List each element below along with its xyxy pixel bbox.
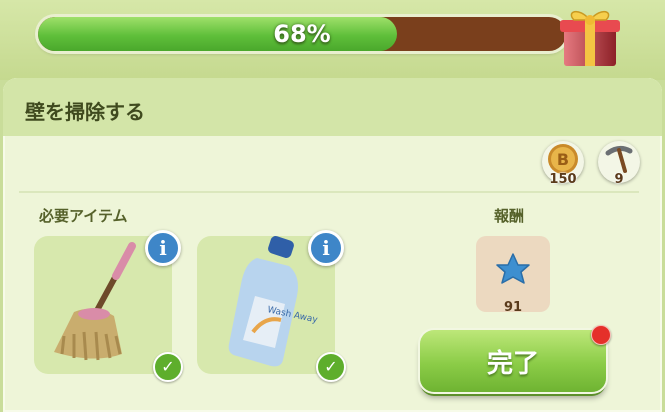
check-icon: ✓ — [316, 352, 346, 382]
complete-button[interactable]: 完了 — [420, 330, 606, 392]
reward-label: 報酬 — [494, 207, 525, 225]
required-item-card[interactable]: i ✓ — [34, 230, 183, 382]
pickaxe-cost-badge: 9 — [598, 141, 640, 187]
coin-cost-count: 150 — [549, 172, 577, 187]
required-items-label: 必要アイテム — [39, 207, 128, 225]
info-button[interactable]: i — [145, 230, 181, 266]
notification-dot — [591, 325, 611, 345]
info-button[interactable]: i — [308, 230, 344, 266]
gift-box-icon[interactable] — [556, 4, 624, 68]
progress-label: 68% — [273, 20, 331, 48]
check-icon: ✓ — [153, 352, 183, 382]
task-title: 壁を掃除する — [25, 100, 145, 124]
blue-star-icon — [496, 253, 530, 284]
pickaxe-cost-count: 9 — [614, 172, 624, 187]
divider — [19, 191, 639, 193]
task-panel: 壁を掃除する B 150 9 必要アイテム i ✓ Wash Away i ✓ … — [3, 78, 662, 412]
progress-bar: 68% — [38, 17, 566, 51]
svg-text:B: B — [557, 150, 569, 169]
coin-cost-badge: B 150 — [542, 141, 584, 187]
panel-header: 壁を掃除する — [3, 78, 662, 136]
required-item-card[interactable]: Wash Away i ✓ — [197, 230, 346, 382]
reward-count: 91 — [503, 300, 523, 315]
